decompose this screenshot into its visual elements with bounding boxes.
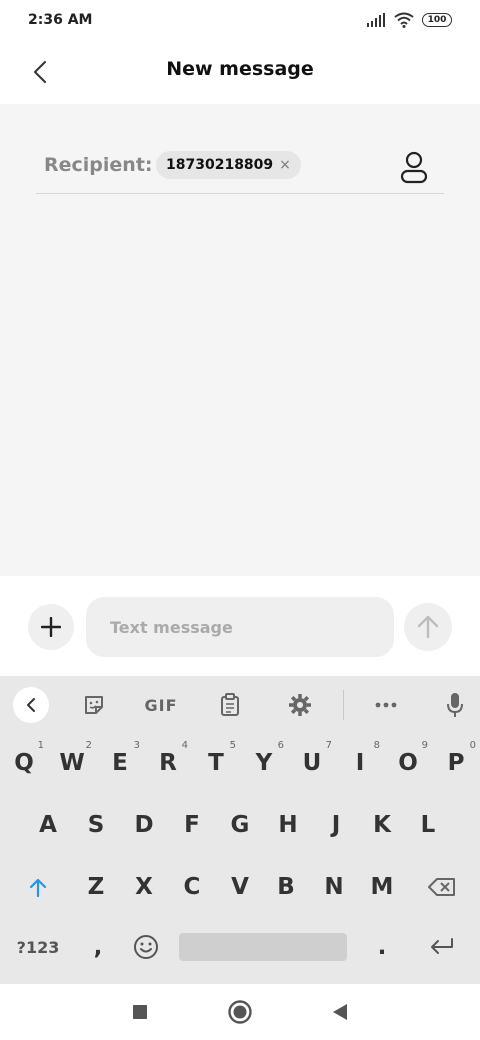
key-b[interactable]: B (264, 862, 308, 912)
message-content-area[interactable]: Recipient: 18730218809 × (0, 104, 480, 576)
status-icons: 100 (366, 12, 452, 28)
plus-icon (41, 617, 61, 637)
key-y[interactable]: Y6 (242, 738, 286, 788)
comma-key[interactable]: , (76, 922, 120, 972)
square-icon (133, 1005, 147, 1019)
key-c[interactable]: C (170, 862, 214, 912)
recipient-label: Recipient: (44, 154, 153, 176)
key-n[interactable]: N (312, 862, 356, 912)
key-v[interactable]: V (218, 862, 262, 912)
sticker-icon (85, 696, 103, 714)
key-p[interactable]: P0 (434, 738, 478, 788)
period-key[interactable]: . (360, 922, 404, 972)
enter-key[interactable] (418, 922, 466, 972)
backspace-key[interactable] (418, 862, 466, 912)
space-key[interactable] (179, 933, 347, 961)
backspace-icon (428, 878, 455, 896)
key-t[interactable]: T5 (194, 738, 238, 788)
key-m[interactable]: M (360, 862, 404, 912)
home-button[interactable] (226, 998, 254, 1026)
text-message-input[interactable] (86, 597, 394, 657)
home-circle-icon (228, 1000, 252, 1024)
toolbar-collapse-button[interactable] (13, 687, 49, 723)
back-nav-button[interactable] (326, 998, 354, 1026)
status-time: 2:36 AM (28, 12, 93, 28)
symbols-key[interactable]: ?123 (10, 922, 66, 972)
person-icon (400, 151, 428, 184)
key-f[interactable]: F (170, 800, 214, 850)
keyboard: GIF Q 1 W 2 E 3 R 4 T 5 Y 6 U 7 I 8 O 9 … (0, 676, 480, 984)
keyboard-toolbar: GIF (0, 676, 480, 734)
key-u[interactable]: U7 (290, 738, 334, 788)
key-i[interactable]: I8 (338, 738, 382, 788)
chevron-left-icon (27, 698, 35, 712)
smiley-icon (134, 935, 158, 959)
key-z[interactable]: Z (74, 862, 118, 912)
page-title: New message (166, 58, 314, 80)
key-s[interactable]: S (74, 800, 118, 850)
recipient-chip-text: 18730218809 (166, 157, 274, 173)
wifi-icon (394, 12, 414, 28)
recipient-row: Recipient: 18730218809 × (36, 144, 444, 194)
header: New message (0, 42, 480, 104)
key-a[interactable]: A (26, 800, 70, 850)
status-bar: 2:36 AM 100 (0, 0, 480, 42)
send-button[interactable] (404, 603, 452, 651)
key-l[interactable]: L (406, 800, 450, 850)
settings-button[interactable] (282, 686, 318, 724)
shift-arrow-icon (29, 878, 47, 897)
key-d[interactable]: D (122, 800, 166, 850)
key-h[interactable]: H (266, 800, 310, 850)
sticker-button[interactable] (76, 686, 112, 724)
shift-key[interactable] (14, 862, 62, 912)
system-nav-bar (0, 984, 480, 1040)
voice-input-button[interactable] (437, 686, 473, 724)
gear-icon (289, 694, 311, 716)
gif-button[interactable]: GIF (138, 686, 184, 724)
key-r[interactable]: R4 (146, 738, 190, 788)
recents-button[interactable] (126, 998, 154, 1026)
contact-picker-button[interactable] (398, 150, 430, 184)
key-q[interactable]: Q1 (2, 738, 46, 788)
clipboard-button[interactable] (212, 686, 248, 724)
more-dots-icon (375, 702, 397, 708)
arrow-up-icon (417, 615, 439, 639)
key-k[interactable]: K (360, 800, 404, 850)
gif-label: GIF (144, 695, 178, 715)
enter-icon (431, 938, 453, 954)
triangle-back-icon (333, 1004, 347, 1020)
chip-close-icon[interactable]: × (279, 157, 291, 173)
emoji-key[interactable] (124, 922, 168, 972)
key-g[interactable]: G (218, 800, 262, 850)
microphone-icon (447, 693, 463, 717)
toolbar-divider (343, 690, 344, 720)
signal-icon (367, 13, 385, 27)
key-x[interactable]: X (122, 862, 166, 912)
key-o[interactable]: O9 (386, 738, 430, 788)
clipboard-icon (221, 693, 239, 716)
recipient-chip[interactable]: 18730218809 × (156, 151, 301, 179)
key-j[interactable]: J (314, 800, 358, 850)
more-options-button[interactable] (368, 686, 404, 724)
key-w[interactable]: W2 (50, 738, 94, 788)
battery-icon: 100 (422, 13, 452, 27)
key-e[interactable]: E3 (98, 738, 142, 788)
add-attachment-button[interactable] (28, 604, 74, 650)
compose-bar (0, 576, 480, 676)
